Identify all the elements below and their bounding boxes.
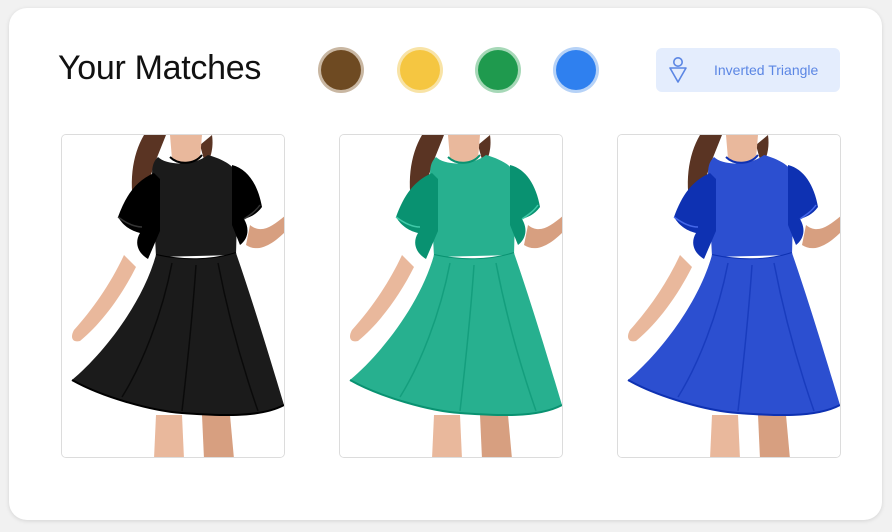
swatch-dot xyxy=(321,50,361,90)
dress-model-image xyxy=(62,135,284,457)
dress-model-image xyxy=(340,135,562,457)
product-card-black-dress[interactable] xyxy=(61,134,285,458)
dress-model-image xyxy=(618,135,840,457)
color-swatch-green[interactable] xyxy=(475,47,521,93)
body-shape-button[interactable]: Inverted Triangle xyxy=(656,48,840,92)
swatch-dot xyxy=(478,50,518,90)
inverted-triangle-body-icon xyxy=(668,56,688,84)
color-swatch-yellow[interactable] xyxy=(397,47,443,93)
product-card-blue-dress[interactable] xyxy=(617,134,841,458)
swatch-dot xyxy=(556,50,596,90)
color-swatch-blue[interactable] xyxy=(553,47,599,93)
body-shape-label: Inverted Triangle xyxy=(714,62,819,78)
page-title: Your Matches xyxy=(58,49,262,87)
swatch-dot xyxy=(400,50,440,90)
product-card-teal-dress[interactable] xyxy=(339,134,563,458)
color-swatch-brown[interactable] xyxy=(318,47,364,93)
